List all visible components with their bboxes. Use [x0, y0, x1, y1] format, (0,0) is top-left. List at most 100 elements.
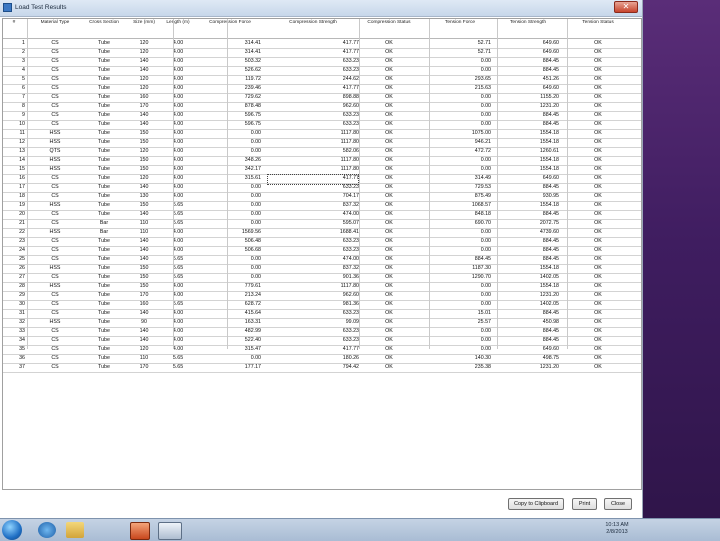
cell-curs: 633.23 — [342, 247, 359, 253]
cell-tf: 0.00 — [480, 112, 491, 118]
cell-cst: OK — [385, 238, 393, 244]
cell-tf: 15.01 — [477, 310, 491, 316]
cell-ts: 649.60 — [542, 85, 559, 91]
cell-size: 120 — [139, 346, 149, 352]
table-header: # Material Type Cross Section Size (mm) Leng… — [3, 19, 641, 39]
cell-curs: 474.00 — [342, 256, 359, 262]
internet-explorer-icon[interactable] — [38, 522, 56, 538]
cell-cst: OK — [385, 67, 393, 73]
cell-tst: OK — [594, 193, 602, 199]
cell-num: 32 — [19, 319, 25, 325]
cell-tf: 25.57 — [477, 319, 491, 325]
system-clock[interactable]: 10:13 AM 2/8/2013 — [600, 522, 634, 536]
cell-tf: 0.00 — [480, 229, 491, 235]
cell-tf: 52.71 — [477, 40, 491, 46]
start-orb-icon[interactable] — [2, 520, 22, 540]
cell-curs: 1117.80 — [340, 157, 359, 163]
cell-num: 6 — [22, 85, 25, 91]
cell-ts: 1231.20 — [539, 364, 559, 370]
cell-cf: 348.26 — [244, 157, 261, 163]
powerpoint-icon[interactable] — [130, 522, 150, 540]
cell-num: 29 — [19, 292, 25, 298]
cell-cst: OK — [385, 175, 393, 181]
cell-len: 4.00 — [172, 292, 184, 298]
table-row[interactable]: 37 CS Tube 170 5.65 177.17 794.42 OK 235.38 1231.… — [3, 363, 641, 373]
column-header-len[interactable]: Length (m) — [165, 20, 191, 38]
cell-tst: OK — [594, 274, 602, 280]
cell-mat: CS — [51, 256, 59, 262]
cell-cf: 0.00 — [250, 211, 261, 217]
column-header-cst[interactable]: Compression Status — [359, 20, 419, 38]
cell-cf: 119.72 — [245, 76, 261, 82]
cell-num: 12 — [19, 139, 25, 145]
cell-mat: HSS — [49, 130, 61, 136]
cell-len: 4.00 — [172, 337, 184, 343]
cell-len: 4.00 — [172, 319, 184, 325]
column-header-curs[interactable]: Compression Strength — [267, 20, 359, 38]
cell-size: 140 — [139, 310, 149, 316]
cell-cs: Tube — [98, 130, 110, 136]
cell-ts: 1554.18 — [539, 130, 559, 136]
cell-curs: 981.36 — [342, 301, 359, 307]
results-table[interactable]: # Material Type Cross Section Size (mm) Leng… — [2, 18, 642, 490]
cell-len: 5.65 — [172, 211, 184, 217]
cell-cst: OK — [385, 94, 393, 100]
cell-tst: OK — [594, 202, 602, 208]
copy-to-clipboard-button[interactable]: Copy to Clipboard — [508, 498, 564, 510]
cell-tst: OK — [594, 40, 602, 46]
cell-cf: 596.75 — [244, 112, 261, 118]
cell-num: 31 — [19, 310, 25, 316]
close-button[interactable]: Close — [604, 498, 632, 510]
cell-tf: 472.72 — [474, 148, 491, 154]
cell-tst: OK — [594, 166, 602, 172]
print-button[interactable]: Print — [572, 498, 597, 510]
column-header-cf[interactable]: Compression Force — [199, 20, 261, 38]
window-title: Load Test Results — [15, 4, 67, 11]
cell-tf: 215.63 — [474, 85, 491, 91]
column-divider — [173, 19, 174, 349]
cell-cf: 315.61 — [244, 175, 261, 181]
column-header-ts[interactable]: Tension Strength — [497, 20, 559, 38]
column-header-mat[interactable]: Material Type — [35, 20, 75, 38]
cell-size: 160 — [139, 94, 149, 100]
cell-len: 4.00 — [172, 58, 184, 64]
cell-cf: 0.00 — [250, 130, 261, 136]
cell-ts: 1402.05 — [539, 274, 559, 280]
file-explorer-icon[interactable] — [66, 522, 84, 538]
cell-ts: 451.26 — [542, 76, 559, 82]
cell-ts: 1260.61 — [539, 148, 559, 154]
cell-size: 150 — [139, 130, 149, 136]
cell-tf: 0.00 — [480, 94, 491, 100]
cell-size: 90 — [141, 319, 147, 325]
cell-cst: OK — [385, 202, 393, 208]
cell-len: 4.00 — [172, 184, 184, 190]
cell-curs: 794.42 — [342, 364, 359, 370]
cell-cs: Tube — [98, 238, 110, 244]
cell-len: 5.65 — [172, 220, 184, 226]
cell-mat: HSS — [49, 229, 61, 235]
column-header-tf[interactable]: Tension Force — [429, 20, 491, 38]
clock-date: 2/8/2013 — [606, 529, 628, 535]
cell-mat: CS — [51, 184, 59, 190]
cell-cst: OK — [385, 211, 393, 217]
cell-mat: CS — [51, 355, 59, 361]
column-header-num[interactable]: # — [3, 20, 25, 38]
title-bar[interactable]: Load Test Results ✕ — [0, 0, 642, 17]
app-window-icon[interactable] — [158, 522, 182, 540]
cell-mat: CS — [51, 175, 59, 181]
cell-size: 150 — [139, 265, 149, 271]
column-header-tst[interactable]: Tension Status — [567, 20, 629, 38]
cell-tf: 848.18 — [474, 211, 491, 217]
column-header-cs[interactable]: Cross Section — [87, 20, 121, 38]
window-close-button[interactable]: ✕ — [614, 1, 638, 13]
cell-ts: 930.95 — [542, 193, 559, 199]
cell-curs: 417.77 — [342, 40, 359, 46]
cell-cs: Tube — [98, 121, 110, 127]
cell-tst: OK — [594, 112, 602, 118]
cell-tf: 0.00 — [480, 67, 491, 73]
cell-len: 4.00 — [172, 328, 184, 334]
cell-ts: 884.45 — [542, 67, 559, 73]
cell-curs: 837.32 — [342, 202, 359, 208]
column-header-size[interactable]: Size (mm) — [131, 20, 157, 38]
cell-len: 4.00 — [172, 49, 184, 55]
